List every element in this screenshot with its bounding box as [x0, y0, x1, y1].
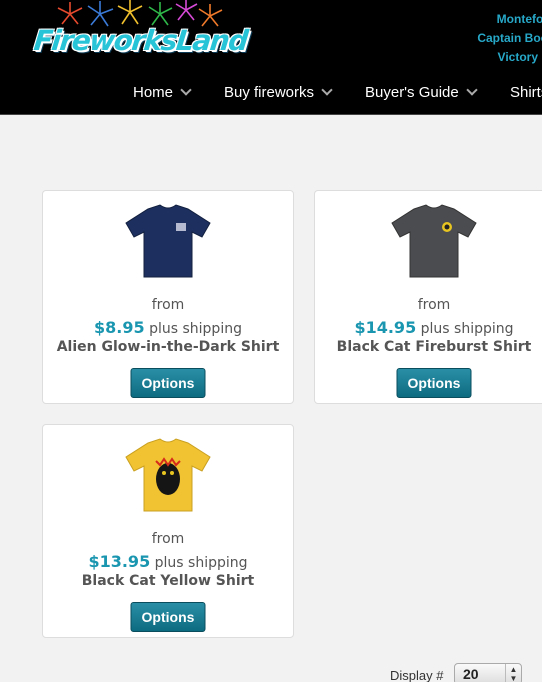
shipping-note: plus shipping: [149, 321, 242, 337]
nav-label: Home: [133, 84, 174, 101]
site-logo[interactable]: FireworksLand: [30, 0, 249, 72]
logo-text: FireworksLand: [32, 24, 249, 57]
quick-link-montefort[interactable]: Montefort: [477, 10, 542, 29]
quick-link-captain-boo[interactable]: Captain Boo: [477, 29, 542, 48]
options-button[interactable]: Options: [396, 368, 472, 398]
display-count-value: 20: [463, 666, 479, 682]
nav-label: Buy fireworks: [224, 84, 315, 101]
shipping-note: plus shipping: [420, 321, 514, 337]
tshirt-yellow-icon[interactable]: [118, 435, 218, 515]
options-button[interactable]: Options: [130, 368, 206, 398]
nav-item-shirts[interactable]: Shirts: [510, 84, 542, 101]
header-quick-links: Montefort Captain Boo Victory: [477, 10, 542, 67]
stepper-arrows-icon: ▲ ▼: [505, 664, 521, 682]
product-name[interactable]: Black Cat Yellow Shirt: [43, 573, 293, 589]
price-value: $13.95: [88, 552, 151, 571]
chevron-down-icon: [466, 84, 478, 96]
display-count-label: Display #: [390, 668, 444, 682]
price-value: $8.95: [94, 318, 145, 337]
product-name[interactable]: Black Cat Fireburst Shirt: [315, 339, 542, 355]
nav-label: Buyer's Guide: [365, 84, 459, 101]
price-from-label: from: [417, 297, 451, 313]
price-from-label: from: [151, 531, 185, 547]
price-value: $14.95: [354, 318, 417, 337]
price-line: $8.95 plus shipping: [43, 318, 293, 337]
quick-link-victory[interactable]: Victory: [477, 48, 538, 67]
shipping-note: plus shipping: [154, 555, 248, 571]
chevron-down-icon: [321, 84, 333, 96]
chevron-down-icon: [180, 84, 192, 96]
nav-item-buyers-guide[interactable]: Buyer's Guide: [365, 84, 478, 101]
nav-label: Shirts: [510, 84, 542, 101]
product-card: from $13.95 plus shipping Black Cat Yell…: [42, 424, 294, 638]
price-line: $14.95 plus shipping: [315, 318, 542, 337]
price-from-label: from: [151, 297, 185, 313]
site-header: FireworksLand Montefort Captain Boo Vict…: [0, 0, 542, 115]
options-button[interactable]: Options: [130, 602, 206, 632]
product-card: from $14.95 plus shipping Black Cat Fire…: [314, 190, 542, 404]
display-count-select[interactable]: 20 ▲ ▼: [454, 663, 522, 682]
tshirt-gray-icon[interactable]: [384, 201, 484, 281]
price-line: $13.95 plus shipping: [43, 552, 293, 571]
nav-item-home[interactable]: Home: [133, 84, 192, 101]
nav-item-buy-fireworks[interactable]: Buy fireworks: [224, 84, 333, 101]
tshirt-navy-icon[interactable]: [118, 201, 218, 281]
product-name[interactable]: Alien Glow-in-the-Dark Shirt: [43, 339, 293, 355]
product-card: from $8.95 plus shipping Alien Glow-in-t…: [42, 190, 294, 404]
main-nav: Home Buy fireworks Buyer's Guide Shirts: [0, 80, 542, 108]
